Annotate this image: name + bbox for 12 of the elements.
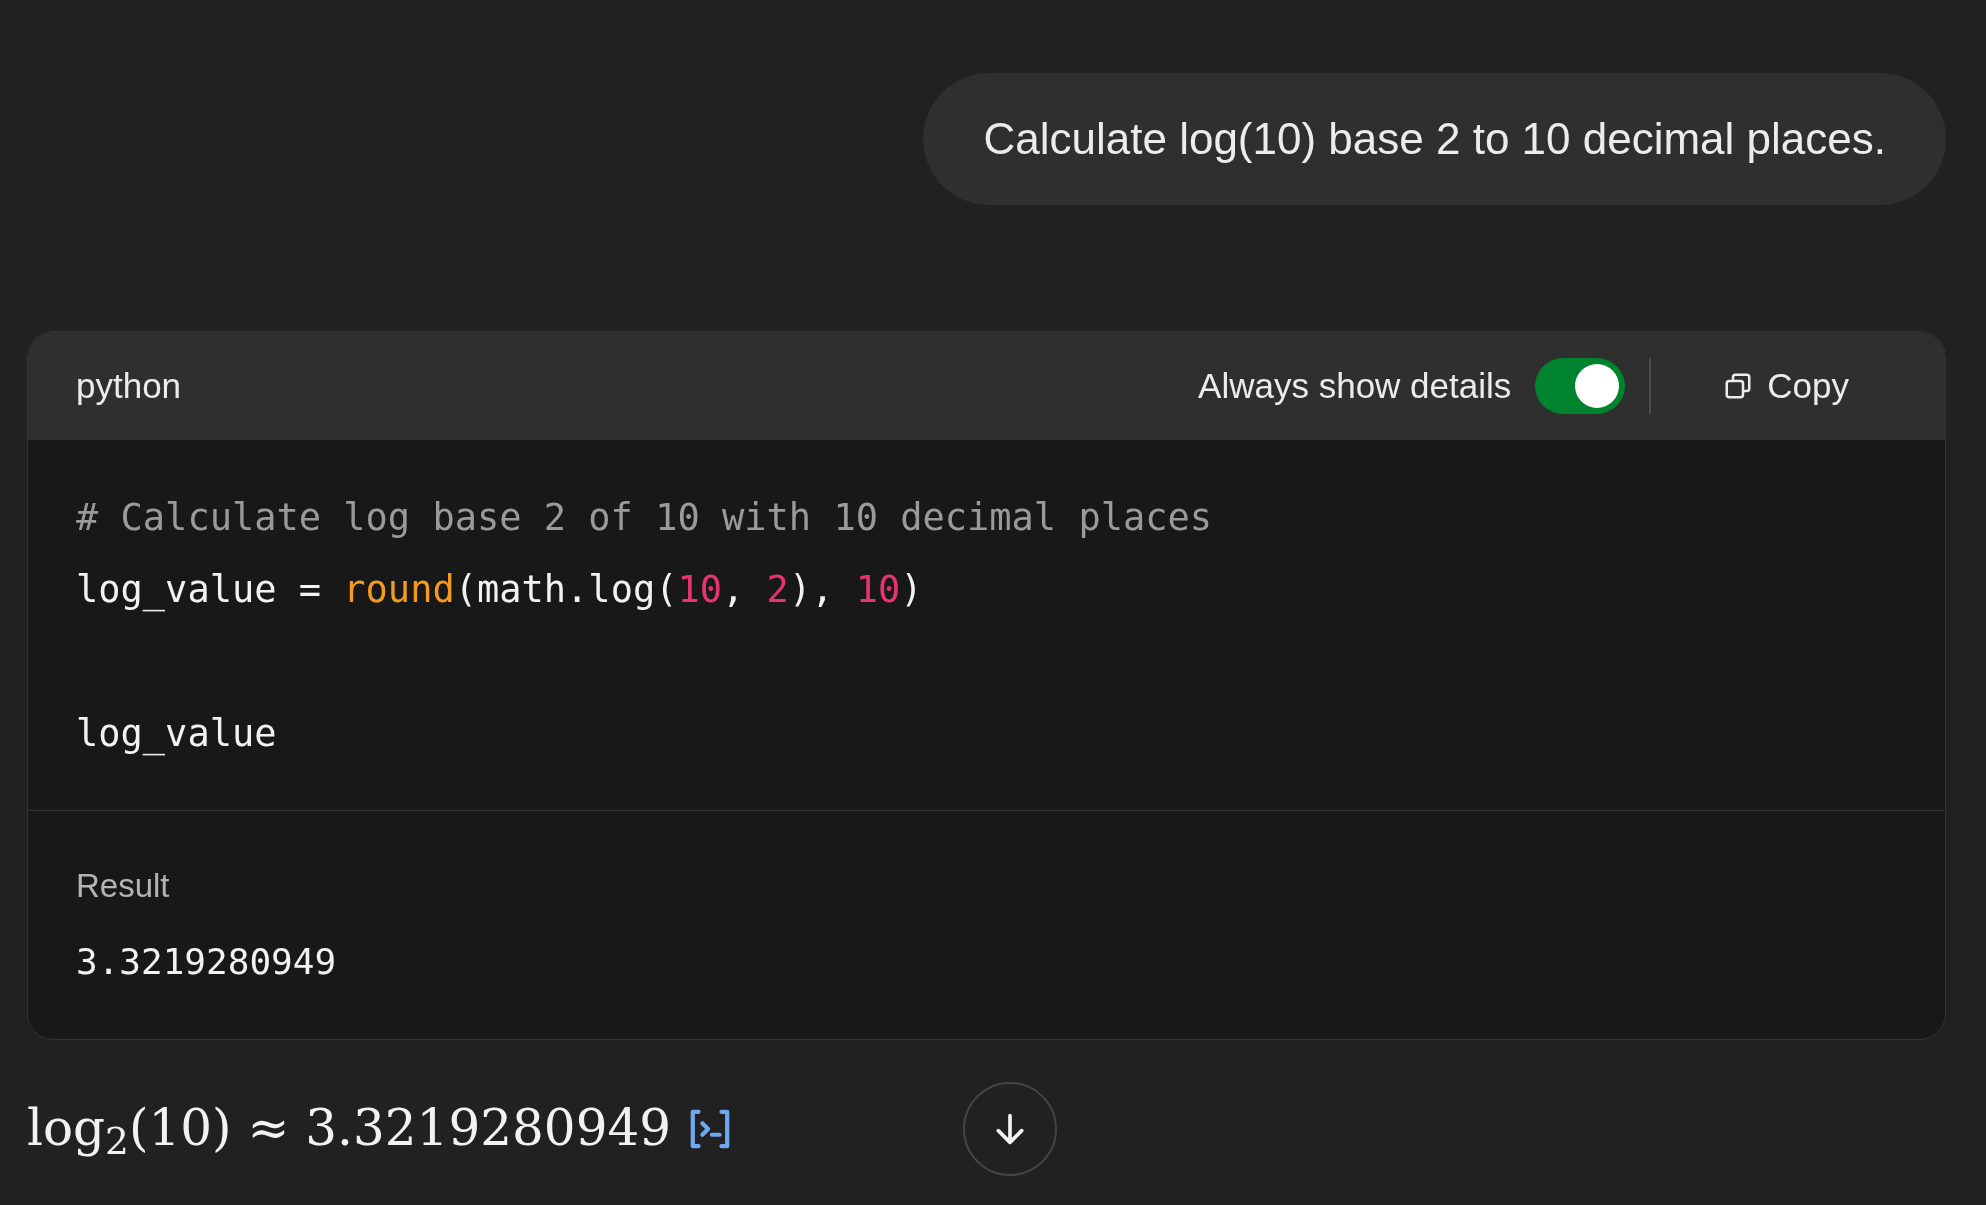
details-toggle[interactable] <box>1535 358 1626 414</box>
user-message: Calculate log(10) base 2 to 10 decimal places. <box>923 73 1946 205</box>
code-line: # Calculate log base 2 of 10 with 10 decimal places <box>76 495 1214 542</box>
copy-button[interactable]: Copy <box>1675 359 1897 413</box>
result-label: Result <box>76 866 171 906</box>
language-label: python <box>76 364 182 407</box>
code-line: log_value <box>76 711 278 758</box>
copy-icon <box>1723 371 1754 401</box>
details-label: Always show details <box>1198 364 1512 407</box>
result-value: 3.3219280949 <box>76 939 338 984</box>
answer-formula: log$_{2}$(10) ≈ 3.3219280949 <box>27 1098 672 1166</box>
code-line: log_value = round(math.log(10, 2), 10) <box>76 567 924 614</box>
